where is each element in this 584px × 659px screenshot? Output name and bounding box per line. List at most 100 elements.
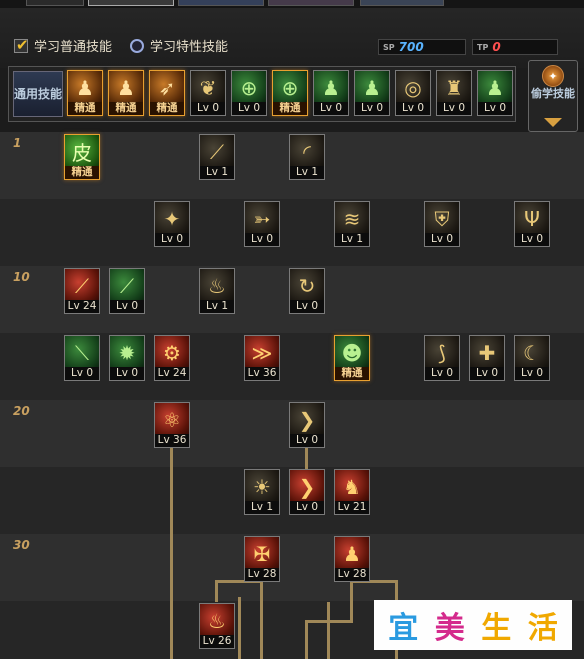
figure-icon[interactable]: ♟ [108,70,144,104]
gear-icon[interactable]: ⚙ [154,335,190,369]
steal-skills-button[interactable]: ✦ 偷学技能 [528,60,578,132]
chevron-right-icon[interactable]: ❯ [289,402,325,436]
running-figure-icon[interactable]: ➶ [149,70,185,104]
skill-slot[interactable]: ◜ Lv 1 [289,134,325,180]
skill-level: Lv 0 [289,434,325,448]
skill-slot[interactable]: ☻ 精通 [334,335,370,381]
skill-slot[interactable]: ⊕ Lv 0 [231,70,267,116]
cross-flash-icon[interactable]: ✚ [469,335,505,369]
skill-slot[interactable]: ✠ Lv 28 [244,536,280,582]
claw-slash-icon[interactable]: ⟋ [199,134,235,168]
skin-skill-icon[interactable]: 皮 [64,134,100,168]
shield-icon[interactable]: ⛨ [424,201,460,235]
flame-icon[interactable]: ♨ [199,268,235,302]
skill-level: Lv 26 [199,635,235,649]
spiral-icon[interactable]: ◎ [395,70,431,104]
skill-slot[interactable]: ⚙ Lv 24 [154,335,190,381]
skill-slot[interactable]: ◎ Lv 0 [395,70,431,116]
skill-slot[interactable]: ♟ 精通 [108,70,144,116]
skill-level: Lv 21 [334,501,370,515]
rush-icon[interactable]: ≫ [244,335,280,369]
arrow-icon[interactable]: ➳ [244,201,280,235]
skill-slot[interactable]: ⟍ Lv 0 [64,335,100,381]
watermark-logo: 宜美生活 [374,600,572,650]
wings-icon[interactable]: ❦ [190,70,226,104]
skill-level: Lv 1 [289,166,325,180]
skill-level: Lv 0 [190,102,226,116]
torso-icon[interactable]: ♟ [334,536,370,570]
skill-slot[interactable]: ♟ Lv 0 [354,70,390,116]
skill-slot[interactable]: ✹ Lv 0 [109,335,145,381]
learn-normal-option[interactable]: ✔ 学习普通技能 [14,36,112,55]
skill-slot[interactable]: ⛨ Lv 0 [424,201,460,247]
skill-slot[interactable]: ♟ Lv 0 [313,70,349,116]
burst-icon[interactable]: ✹ [109,335,145,369]
figure-icon[interactable]: ♟ [354,70,390,104]
skill-slot[interactable]: 皮精通 [64,134,100,180]
rune-seal-icon[interactable]: ⚛ [154,402,190,436]
sun-face-icon[interactable]: ☀ [244,469,280,503]
skill-slot[interactable]: ✦ Lv 0 [154,201,190,247]
crescent-icon[interactable]: ☾ [514,335,550,369]
skill-slot[interactable]: ⟋ Lv 1 [199,134,235,180]
sword-burst-icon[interactable]: ✦ [154,201,190,235]
skill-slot[interactable]: ❦ Lv 0 [190,70,226,116]
whirl-icon[interactable]: ↻ [289,268,325,302]
skill-slot[interactable]: ❯ Lv 0 [289,469,325,515]
skill-slot[interactable]: ⟋ Lv 0 [109,268,145,314]
radio-icon[interactable] [130,38,144,53]
skill-slot[interactable]: ≫ Lv 36 [244,335,280,381]
orb-icon: ✦ [542,65,564,87]
blade-icon[interactable]: ⟋ [64,268,100,302]
skill-slot[interactable]: ⟆ Lv 0 [424,335,460,381]
skill-slot[interactable]: ↻ Lv 0 [289,268,325,314]
slash-arc-icon[interactable]: ◜ [289,134,325,168]
swirl-slash-icon[interactable]: ⟆ [424,335,460,369]
skill-slot[interactable]: ≋ Lv 1 [334,201,370,247]
figure-icon[interactable]: ♟ [313,70,349,104]
skill-slot[interactable]: ⟋ Lv 24 [64,268,100,314]
skill-slot[interactable]: ⚛ Lv 36 [154,402,190,448]
figure-icon[interactable]: ♟ [477,70,513,104]
skill-tree: 1 10 20 30 皮精通 ⟋ Lv 1 ◜ Lv 1 ✦ Lv 0 ➳ Lv 0 ≋ Lv 1 ⛨ Lv … [0,132,584,659]
triple-blade-icon[interactable]: Ψ [514,201,550,235]
skill-slot[interactable]: ✚ Lv 0 [469,335,505,381]
skill-slot[interactable]: ☀ Lv 1 [244,469,280,515]
skill-slot[interactable]: ♨ Lv 1 [199,268,235,314]
chevron-down-icon[interactable] [544,118,562,127]
wind-wave-icon[interactable]: ≋ [334,201,370,235]
skill-slot[interactable]: ♟ 精通 [67,70,103,116]
skill-slot[interactable]: ♜ Lv 0 [436,70,472,116]
green-arrow-icon[interactable]: ❯ [289,469,325,503]
connector-line [327,602,330,659]
skill-slot[interactable]: ➳ Lv 0 [244,201,280,247]
cross-burst-icon[interactable]: ✠ [244,536,280,570]
learn-trait-option[interactable]: 学习特性技能 [130,36,228,55]
top-tab[interactable] [178,0,264,6]
skill-slot[interactable]: Ψ Lv 0 [514,201,550,247]
skill-slot[interactable]: ♟ Lv 0 [477,70,513,116]
figure-icon[interactable]: ♟ [67,70,103,104]
checkbox-icon[interactable]: ✔ [14,36,29,54]
green-blade-icon[interactable]: ⟋ [109,268,145,302]
top-tab[interactable] [360,0,444,6]
strongman-icon[interactable]: ♜ [436,70,472,104]
head-sparkle-icon[interactable]: ☻ [334,335,370,369]
green-slash-icon[interactable]: ⟍ [64,335,100,369]
skill-slot[interactable]: ♟ Lv 28 [334,536,370,582]
skill-slot[interactable]: ➶ 精通 [149,70,185,116]
top-tab[interactable] [88,0,174,6]
watermark-char: 宜 [388,611,419,646]
skill-slot[interactable]: ❯ Lv 0 [289,402,325,448]
top-tab[interactable] [268,0,354,6]
fire-icon[interactable]: ♨ [199,603,235,637]
skill-slot[interactable]: ☾ Lv 0 [514,335,550,381]
top-tab[interactable] [26,0,84,6]
skill-slot[interactable]: ♞ Lv 21 [334,469,370,515]
skill-slot[interactable]: ♨ Lv 26 [199,603,235,649]
skill-level: Lv 24 [64,300,100,314]
crosshair-icon[interactable]: ⊕ [231,70,267,104]
warrior-icon[interactable]: ♞ [334,469,370,503]
crosshair-icon[interactable]: ⊕ [272,70,308,104]
skill-slot[interactable]: ⊕ 精通 [272,70,308,116]
